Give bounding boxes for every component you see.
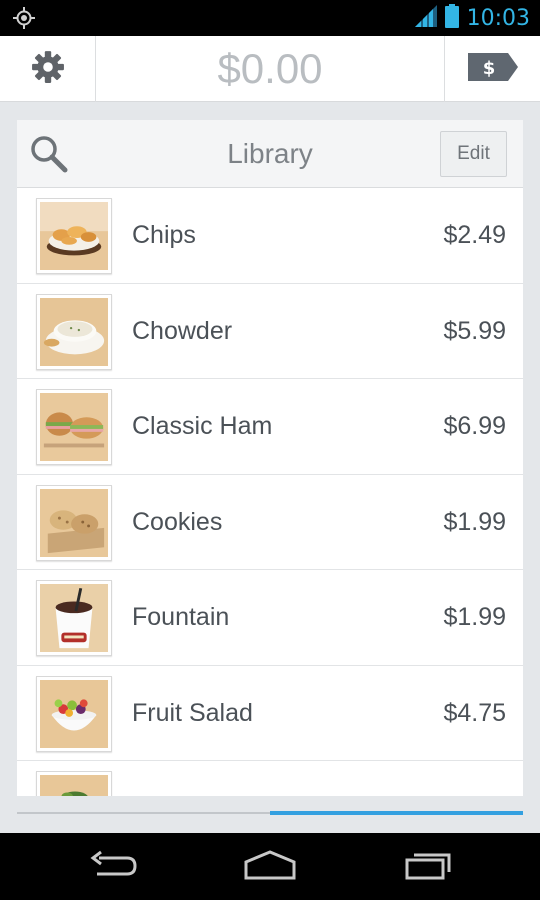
item-price: $6.99 xyxy=(443,412,506,440)
settings-button[interactable] xyxy=(0,36,96,102)
list-item[interactable]: Chips $2.49 xyxy=(17,188,523,284)
item-thumbnail-partial xyxy=(36,771,112,796)
home-button[interactable] xyxy=(235,843,305,891)
page-indicator xyxy=(17,811,523,815)
list-item[interactable]: Fountain $1.99 xyxy=(17,570,523,666)
item-thumbnail-cookies xyxy=(36,484,112,561)
edit-button[interactable]: Edit xyxy=(440,131,507,177)
search-icon xyxy=(29,136,69,178)
item-thumbnail-chips xyxy=(36,198,112,274)
status-clock: 10:03 xyxy=(466,5,530,31)
recent-apps-icon xyxy=(404,850,454,885)
gear-icon xyxy=(31,50,65,89)
list-item[interactable]: Fruit Salad $4.75 xyxy=(17,666,523,761)
item-price: $1.99 xyxy=(443,507,506,536)
item-price: $1.99 xyxy=(443,603,506,631)
back-button[interactable] xyxy=(78,843,148,891)
action-bar: $0.00 $ xyxy=(0,36,540,102)
item-price: $5.99 xyxy=(443,316,506,345)
item-name: Cookies xyxy=(132,507,223,536)
library-panel: Library Edit Chips $2.49 Chowder $5.99 C… xyxy=(17,120,523,796)
item-name: Classic Ham xyxy=(132,412,273,440)
item-thumbnail-fountain xyxy=(36,580,112,656)
list-item[interactable] xyxy=(17,761,523,796)
page-indicator-inactive[interactable] xyxy=(17,812,270,814)
item-thumbnail-chowder xyxy=(36,293,112,370)
item-price: $4.75 xyxy=(443,698,506,727)
item-price: $2.49 xyxy=(443,221,506,249)
list-item[interactable]: Chowder $5.99 xyxy=(17,284,523,379)
charge-button[interactable]: $ xyxy=(444,36,540,102)
item-name: Chips xyxy=(132,221,196,249)
recent-apps-button[interactable] xyxy=(394,843,464,891)
page-indicator-active[interactable] xyxy=(270,811,523,815)
library-list: Chips $2.49 Chowder $5.99 Classic Ham $6… xyxy=(17,188,523,796)
svg-text:$: $ xyxy=(482,58,495,79)
list-item[interactable]: Cookies $1.99 xyxy=(17,475,523,570)
item-name: Chowder xyxy=(132,316,233,345)
item-thumbnail-classic-ham xyxy=(36,389,112,465)
library-header: Library Edit xyxy=(17,120,523,188)
price-tag-icon: $ xyxy=(467,52,518,86)
list-item[interactable]: Classic Ham $6.99 xyxy=(17,379,523,475)
navigation-bar xyxy=(0,833,540,900)
back-icon xyxy=(87,850,139,885)
item-thumbnail-fruit-salad xyxy=(36,675,112,752)
signal-icon xyxy=(414,4,437,32)
location-icon xyxy=(12,6,36,30)
battery-icon xyxy=(444,3,459,33)
sale-total: $0.00 xyxy=(217,45,323,92)
status-bar: 10:03 xyxy=(0,0,540,36)
home-icon xyxy=(242,849,298,885)
search-button[interactable] xyxy=(29,134,71,176)
item-name: Fountain xyxy=(132,603,230,631)
item-name: Fruit Salad xyxy=(132,698,253,727)
